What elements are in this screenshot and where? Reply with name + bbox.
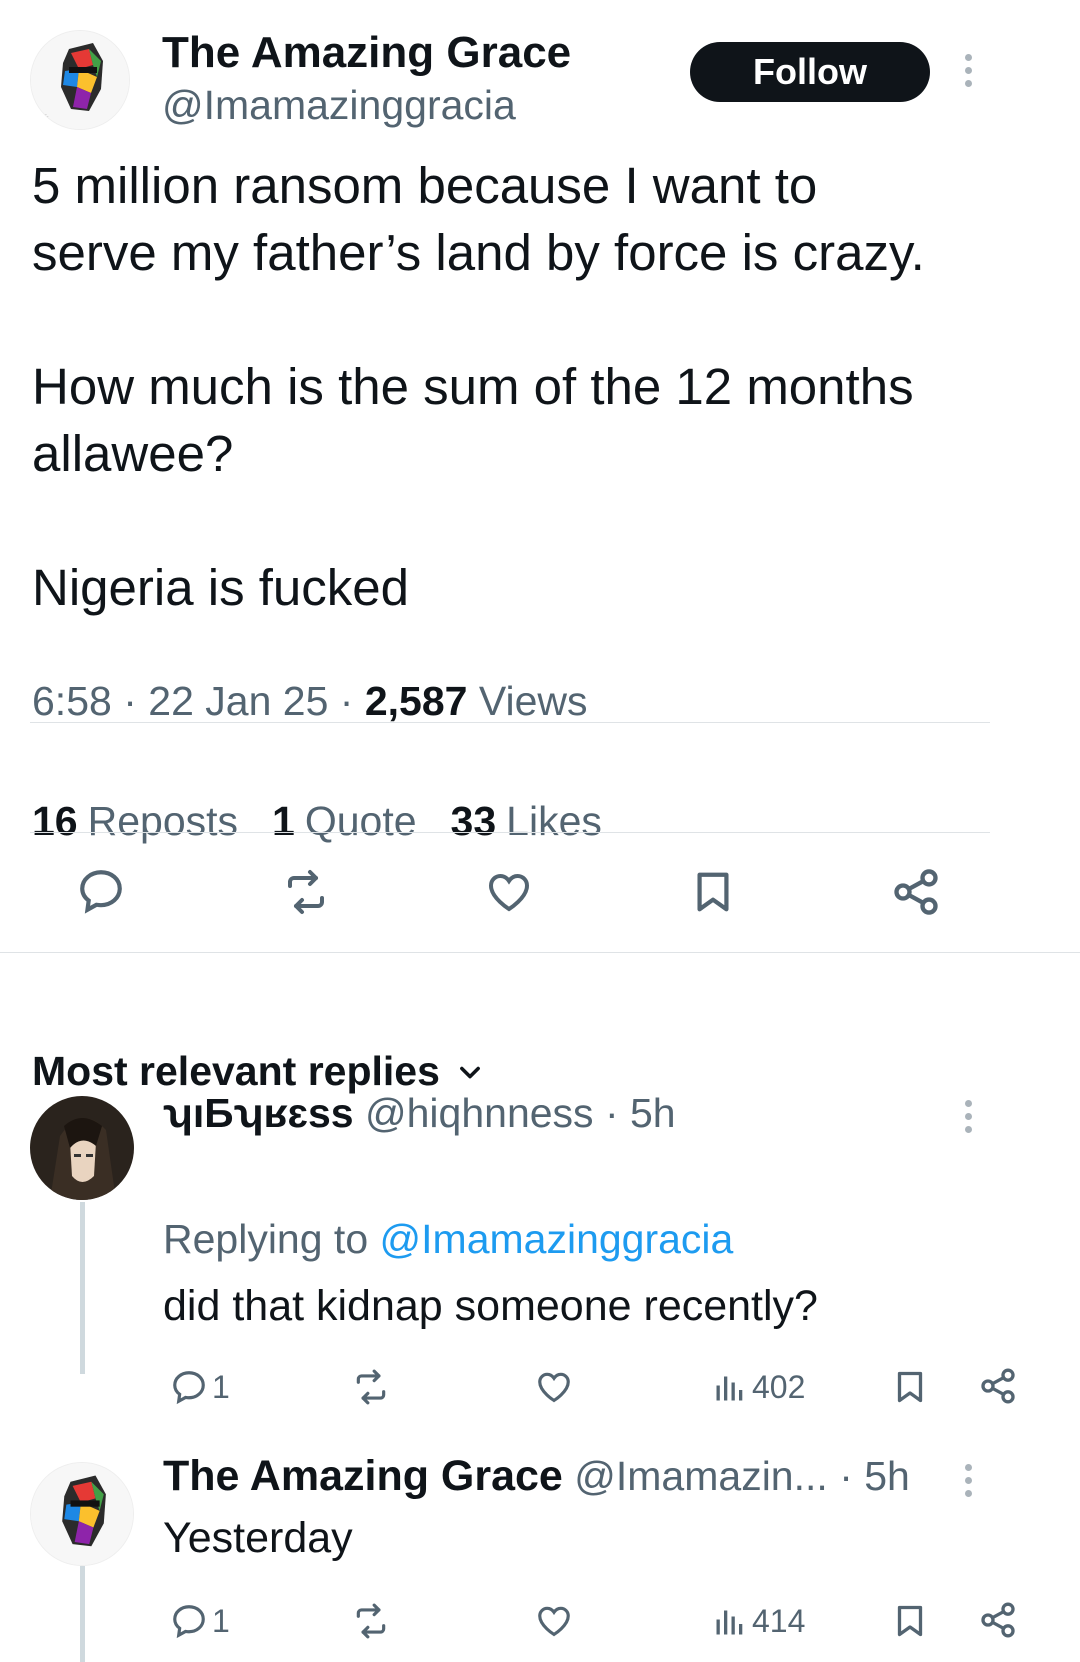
share-icon [981,1602,1015,1638]
quotes-stat[interactable]: 1 Quote [272,798,417,845]
reply-author-name[interactable]: ʮıƂʮʁɛss [163,1090,354,1136]
author-handle[interactable]: @Imamazinggracia [162,82,516,129]
reply-views-button[interactable]: 414 [712,1602,805,1640]
like-icon [488,873,530,912]
reply-like-button[interactable] [534,1602,574,1640]
reply-views-count: 402 [752,1368,806,1405]
section-divider [0,952,1080,953]
reply-avatar[interactable] [30,1096,134,1200]
reposts-stat[interactable]: 16 Reposts [32,798,238,845]
quotes-count: 1 [272,798,295,844]
author-name[interactable]: The Amazing Grace [162,28,571,78]
svg-text:·.: ·. [45,112,49,119]
reply-reply-button[interactable]: 1 [170,1368,230,1406]
share-button[interactable] [890,866,942,918]
quotes-label: Quote [304,798,417,844]
reply-repost-button[interactable] [350,1368,392,1406]
reply-bookmark-button[interactable] [892,1366,928,1408]
reply-author-handle[interactable]: @hiqhnness [365,1090,594,1136]
author-avatar[interactable]: ·. [30,30,130,130]
replying-to: Replying to @Imamazinggracia [163,1216,733,1263]
reply-author-name[interactable]: The Amazing Grace [163,1452,563,1500]
divider [30,722,990,723]
reposts-label: Reposts [87,798,239,844]
bookmark-icon [897,1371,923,1403]
separator: · [123,678,137,724]
like-button[interactable] [484,868,534,916]
replies-heading: Most relevant replies [32,1048,440,1094]
reply-views-button[interactable]: 402 [712,1368,805,1406]
views-count[interactable]: 2,587 [365,678,468,724]
reply-author-handle[interactable]: @Imamazin... [574,1453,828,1499]
reply-text: Yesterday [163,1514,353,1562]
likes-stat[interactable]: 33 Likes [451,798,602,845]
reply-icon [173,1605,205,1639]
likes-count: 33 [450,798,497,844]
views-label[interactable]: Views [479,678,588,724]
reply-avatar[interactable] [30,1462,134,1566]
divider [30,832,990,833]
reply-header: ʮıƂʮʁɛss @hiqhnness · 5h [163,1090,676,1137]
bookmark-button[interactable] [690,866,736,918]
replying-handle-link[interactable]: @Imamazinggracia [380,1216,734,1262]
tweet-stats: 16 Reposts 1 Quote 33 Likes [32,798,602,845]
replying-prefix: Replying to [163,1216,369,1262]
thread-line [80,1202,85,1374]
reply-icon [173,1371,205,1405]
tweet-text: 5 million ransom because I want to serve… [32,157,925,616]
reply-button[interactable] [76,866,126,916]
reply-reply-button[interactable]: 1 [170,1602,230,1640]
reply-share-button[interactable] [978,1366,1018,1406]
reply-repost-button[interactable] [350,1602,392,1640]
analytics-icon [716,1376,743,1401]
like-icon [538,1606,570,1637]
reply-time: · 5h [839,1453,910,1499]
tweet-time: 6:58 [32,678,112,724]
share-icon [894,869,938,915]
reply-count: 1 [212,1368,230,1405]
reply-count: 1 [212,1602,230,1639]
reply-bookmark-button[interactable] [892,1600,928,1642]
reply-more-options-icon[interactable] [958,1100,978,1133]
analytics-icon [716,1610,743,1635]
reply-views-count: 414 [752,1602,806,1639]
more-options-icon[interactable] [958,54,978,87]
reply-more-options-icon[interactable] [958,1464,978,1497]
reply-text: did that kidnap someone recently? [163,1282,818,1330]
reply-time: · 5h [604,1090,676,1136]
chevron-down-icon [459,1066,480,1078]
reposts-count: 16 [32,798,78,844]
repost-icon [356,1603,386,1639]
bookmark-icon [897,1605,923,1637]
reply-like-button[interactable] [534,1368,574,1406]
reply-icon [80,870,122,914]
separator: · [339,678,354,724]
tweet-date: 22 Jan 25 [148,678,329,724]
repost-icon [288,870,324,914]
replies-sort-dropdown[interactable]: Most relevant replies [32,1048,484,1095]
bookmark-icon [697,872,729,912]
tweet-meta: 6:58 · 22 Jan 25 · 2,587 Views [32,678,588,725]
thread-line [80,1566,85,1662]
repost-icon [356,1369,386,1405]
likes-label: Likes [506,798,602,844]
follow-button[interactable]: Follow [690,42,930,102]
reply-header: The Amazing Grace @Imamazin... · 5h [163,1452,910,1501]
reply-share-button[interactable] [978,1600,1018,1640]
share-icon [981,1368,1015,1404]
repost-button[interactable] [280,868,332,916]
like-icon [538,1372,570,1403]
